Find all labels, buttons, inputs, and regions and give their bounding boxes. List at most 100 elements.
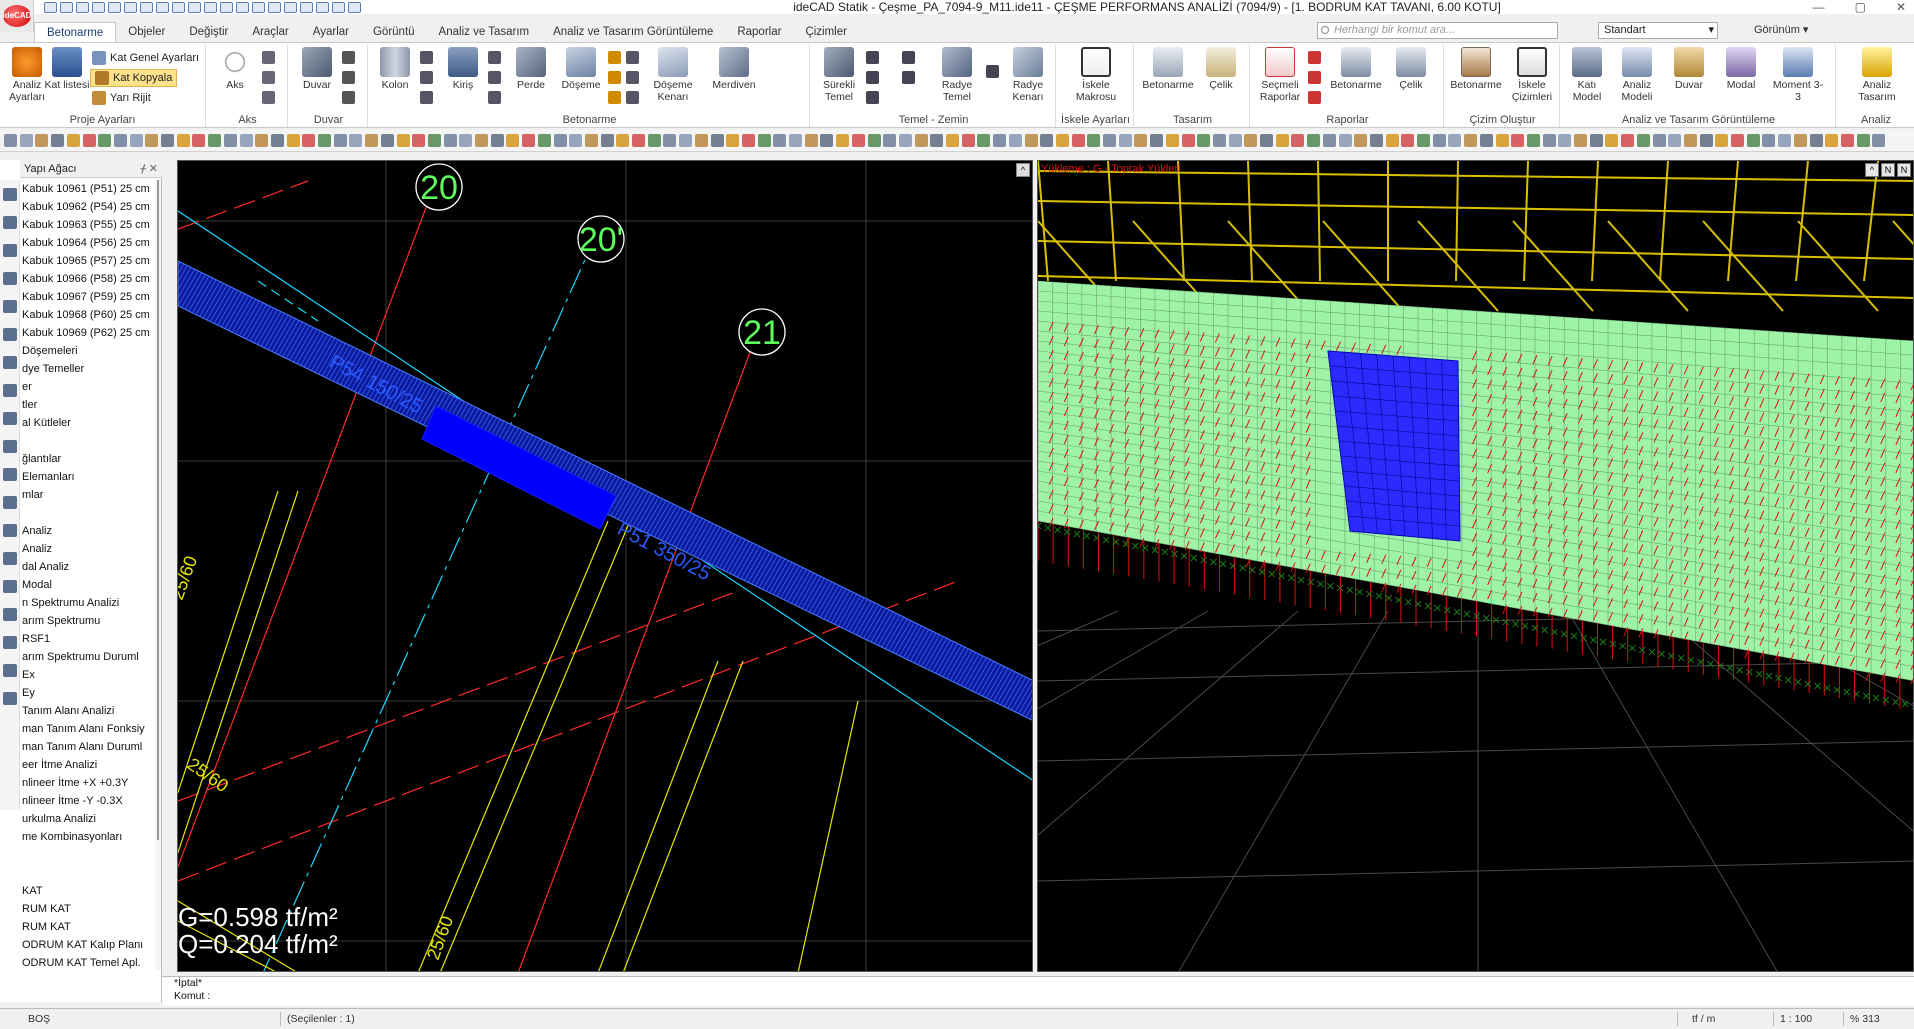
- duvar-button[interactable]: Duvar: [294, 47, 340, 91]
- scroll-thumb[interactable]: [157, 180, 159, 840]
- toolbar-tool-icon[interactable]: [1055, 134, 1069, 147]
- axis-rotate-icon[interactable]: [262, 51, 275, 64]
- tree-item[interactable]: ğlantılar: [22, 450, 154, 468]
- binoculars-icon[interactable]: [3, 692, 17, 705]
- tree-item[interactable]: arım Spektrumu: [22, 612, 154, 630]
- toolbar-tool-icon[interactable]: [192, 134, 206, 147]
- tree-item[interactable]: Kabuk 10966 (P58) 25 cm: [22, 270, 154, 288]
- toolbar-tool-icon[interactable]: [663, 134, 677, 147]
- secmeli-raporlar-button[interactable]: Seçmeli Raporlar: [1254, 47, 1306, 103]
- column-cap-icon[interactable]: [420, 91, 433, 104]
- slab-icon[interactable]: [3, 300, 17, 313]
- toolbar-tool-icon[interactable]: [459, 134, 473, 147]
- toolbar-tool-icon[interactable]: [490, 134, 504, 147]
- toolbar-tool-icon[interactable]: [129, 134, 143, 147]
- toolbar-tool-icon[interactable]: [883, 134, 897, 147]
- tree-item[interactable]: ODRUM KAT Temel Apl.: [22, 954, 154, 970]
- kolon-button[interactable]: Kolon: [372, 47, 418, 91]
- toolbar-tool-icon[interactable]: [632, 134, 645, 147]
- footing-option-2-icon[interactable]: [866, 71, 879, 84]
- toolbar-tool-icon[interactable]: [239, 134, 253, 147]
- column-circle-icon[interactable]: [420, 51, 433, 64]
- beam-haunch-icon[interactable]: [488, 51, 501, 64]
- toolbar-tool-icon[interactable]: [773, 134, 787, 147]
- toolbar-tool-icon[interactable]: [1228, 134, 1242, 147]
- toolbar-tool-icon[interactable]: [1008, 134, 1022, 147]
- analysis-view-3d[interactable]: Yükleme : G - Toprak Yükleri ^ N N: [1037, 160, 1914, 972]
- toolbar-tool-icon[interactable]: [113, 134, 127, 147]
- pile-icon[interactable]: [902, 51, 915, 64]
- toolbar-tool-icon[interactable]: [1636, 134, 1650, 147]
- layers-icon[interactable]: [3, 188, 17, 201]
- status-units[interactable]: tf / m: [1692, 1009, 1715, 1029]
- axis-bubble-20p[interactable]: 20': [577, 215, 625, 263]
- tree-item[interactable]: Modal: [22, 576, 154, 594]
- toolbar-tool-icon[interactable]: [4, 134, 17, 147]
- toolbar-tool-icon[interactable]: [333, 134, 347, 147]
- toolbar-tool-icon[interactable]: [584, 134, 598, 147]
- close-icon[interactable]: ✕: [149, 160, 158, 178]
- rapor-celik-button[interactable]: Çelik: [1388, 47, 1434, 91]
- toolbar-tool-icon[interactable]: [19, 134, 33, 147]
- toolbar-tool-icon[interactable]: [1825, 134, 1839, 147]
- scaffold-icon[interactable]: [3, 664, 17, 677]
- maximize-button[interactable]: ▢: [1855, 0, 1866, 14]
- tree-item[interactable]: Kabuk 10962 (P54) 25 cm: [22, 198, 154, 216]
- tab-raporlar[interactable]: Raporlar: [725, 22, 793, 42]
- toolbar-tool-icon[interactable]: [1762, 134, 1776, 147]
- axis-bubble-21[interactable]: 21: [738, 308, 786, 356]
- mesh-icon[interactable]: [3, 244, 17, 257]
- view-mode-n2-icon[interactable]: N: [1897, 163, 1911, 177]
- toolbar-tool-icon[interactable]: [726, 134, 740, 147]
- tree-item[interactable]: arım Spektrumu Duruml: [22, 648, 154, 666]
- axis-move-icon[interactable]: [262, 71, 275, 84]
- tab-betonarme[interactable]: Betonarme: [34, 22, 117, 42]
- toolbar-tool-icon[interactable]: [1134, 134, 1148, 147]
- toolbar-tool-icon[interactable]: [1401, 134, 1415, 147]
- plan-view-2d[interactable]: P54 150/25 P51 350/25 25/60 25/60 25/60 …: [177, 160, 1033, 972]
- tree-item[interactable]: RUM KAT: [22, 918, 154, 936]
- plan-drawing[interactable]: P54 150/25 P51 350/25 25/60 25/60 25/60 …: [178, 161, 1033, 972]
- toolbar-tool-icon[interactable]: [51, 134, 65, 147]
- toolbar-tool-icon[interactable]: [804, 134, 818, 147]
- toolbar-tool-icon[interactable]: [1040, 134, 1054, 147]
- toolbar-tool-icon[interactable]: [506, 134, 520, 147]
- toolbar-tool-icon[interactable]: [537, 134, 551, 147]
- toolbar-tool-icon[interactable]: [679, 134, 693, 147]
- footing-icon[interactable]: [3, 384, 17, 397]
- tree-item[interactable]: Analiz: [22, 522, 154, 540]
- toolbar-tool-icon[interactable]: [365, 134, 379, 147]
- tree-item[interactable]: Kabuk 10965 (P57) 25 cm: [22, 252, 154, 270]
- axis-bubble-20[interactable]: 20: [415, 163, 463, 211]
- toolbar-tool-icon[interactable]: [1071, 134, 1085, 147]
- kat-listesi-button[interactable]: Kat listesi: [44, 47, 90, 91]
- toolbar-tool-icon[interactable]: [757, 134, 771, 147]
- radye-kenari-button[interactable]: Radye Kenarı: [1002, 47, 1054, 103]
- command-search-input[interactable]: Herhangi bir komut ara...: [1317, 22, 1558, 39]
- style-select[interactable]: Standart ▾: [1598, 22, 1718, 39]
- toolbar-tool-icon[interactable]: [1369, 134, 1383, 147]
- toolbar-tool-icon[interactable]: [380, 134, 394, 147]
- tree-item[interactable]: RSF1: [22, 630, 154, 648]
- toolbar-tool-icon[interactable]: [1605, 134, 1619, 147]
- beam-arc-icon[interactable]: [488, 91, 501, 104]
- toolbar-tool-icon[interactable]: [1746, 134, 1760, 147]
- tab-analiz-ve-tasarim[interactable]: Analiz ve Tasarım: [427, 22, 542, 42]
- toolbar-tool-icon[interactable]: [977, 134, 991, 147]
- toolbar-tool-icon[interactable]: [1307, 134, 1321, 147]
- toolbar-tool-icon[interactable]: [349, 134, 363, 147]
- kiris-button[interactable]: Kiriş: [440, 47, 486, 91]
- toolbar-tool-icon[interactable]: [1699, 134, 1713, 147]
- toolbar-tool-icon[interactable]: [694, 134, 708, 147]
- maximize-view-icon[interactable]: ^: [1016, 163, 1030, 177]
- toolbar-tool-icon[interactable]: [145, 134, 159, 147]
- tree-item[interactable]: er: [22, 378, 154, 396]
- print-report-icon[interactable]: [1308, 91, 1321, 104]
- toolbar-tool-icon[interactable]: [553, 134, 567, 147]
- tree-item[interactable]: dal Analiz: [22, 558, 154, 576]
- toolbar-tool-icon[interactable]: [1856, 134, 1870, 147]
- tree-item[interactable]: man Tanım Alanı Fonksiy: [22, 720, 154, 738]
- view-menu-button[interactable]: Görünüm ▾: [1754, 23, 1808, 38]
- tree-item[interactable]: Kabuk 10963 (P55) 25 cm: [22, 216, 154, 234]
- toolbar-tool-icon[interactable]: [1495, 134, 1509, 147]
